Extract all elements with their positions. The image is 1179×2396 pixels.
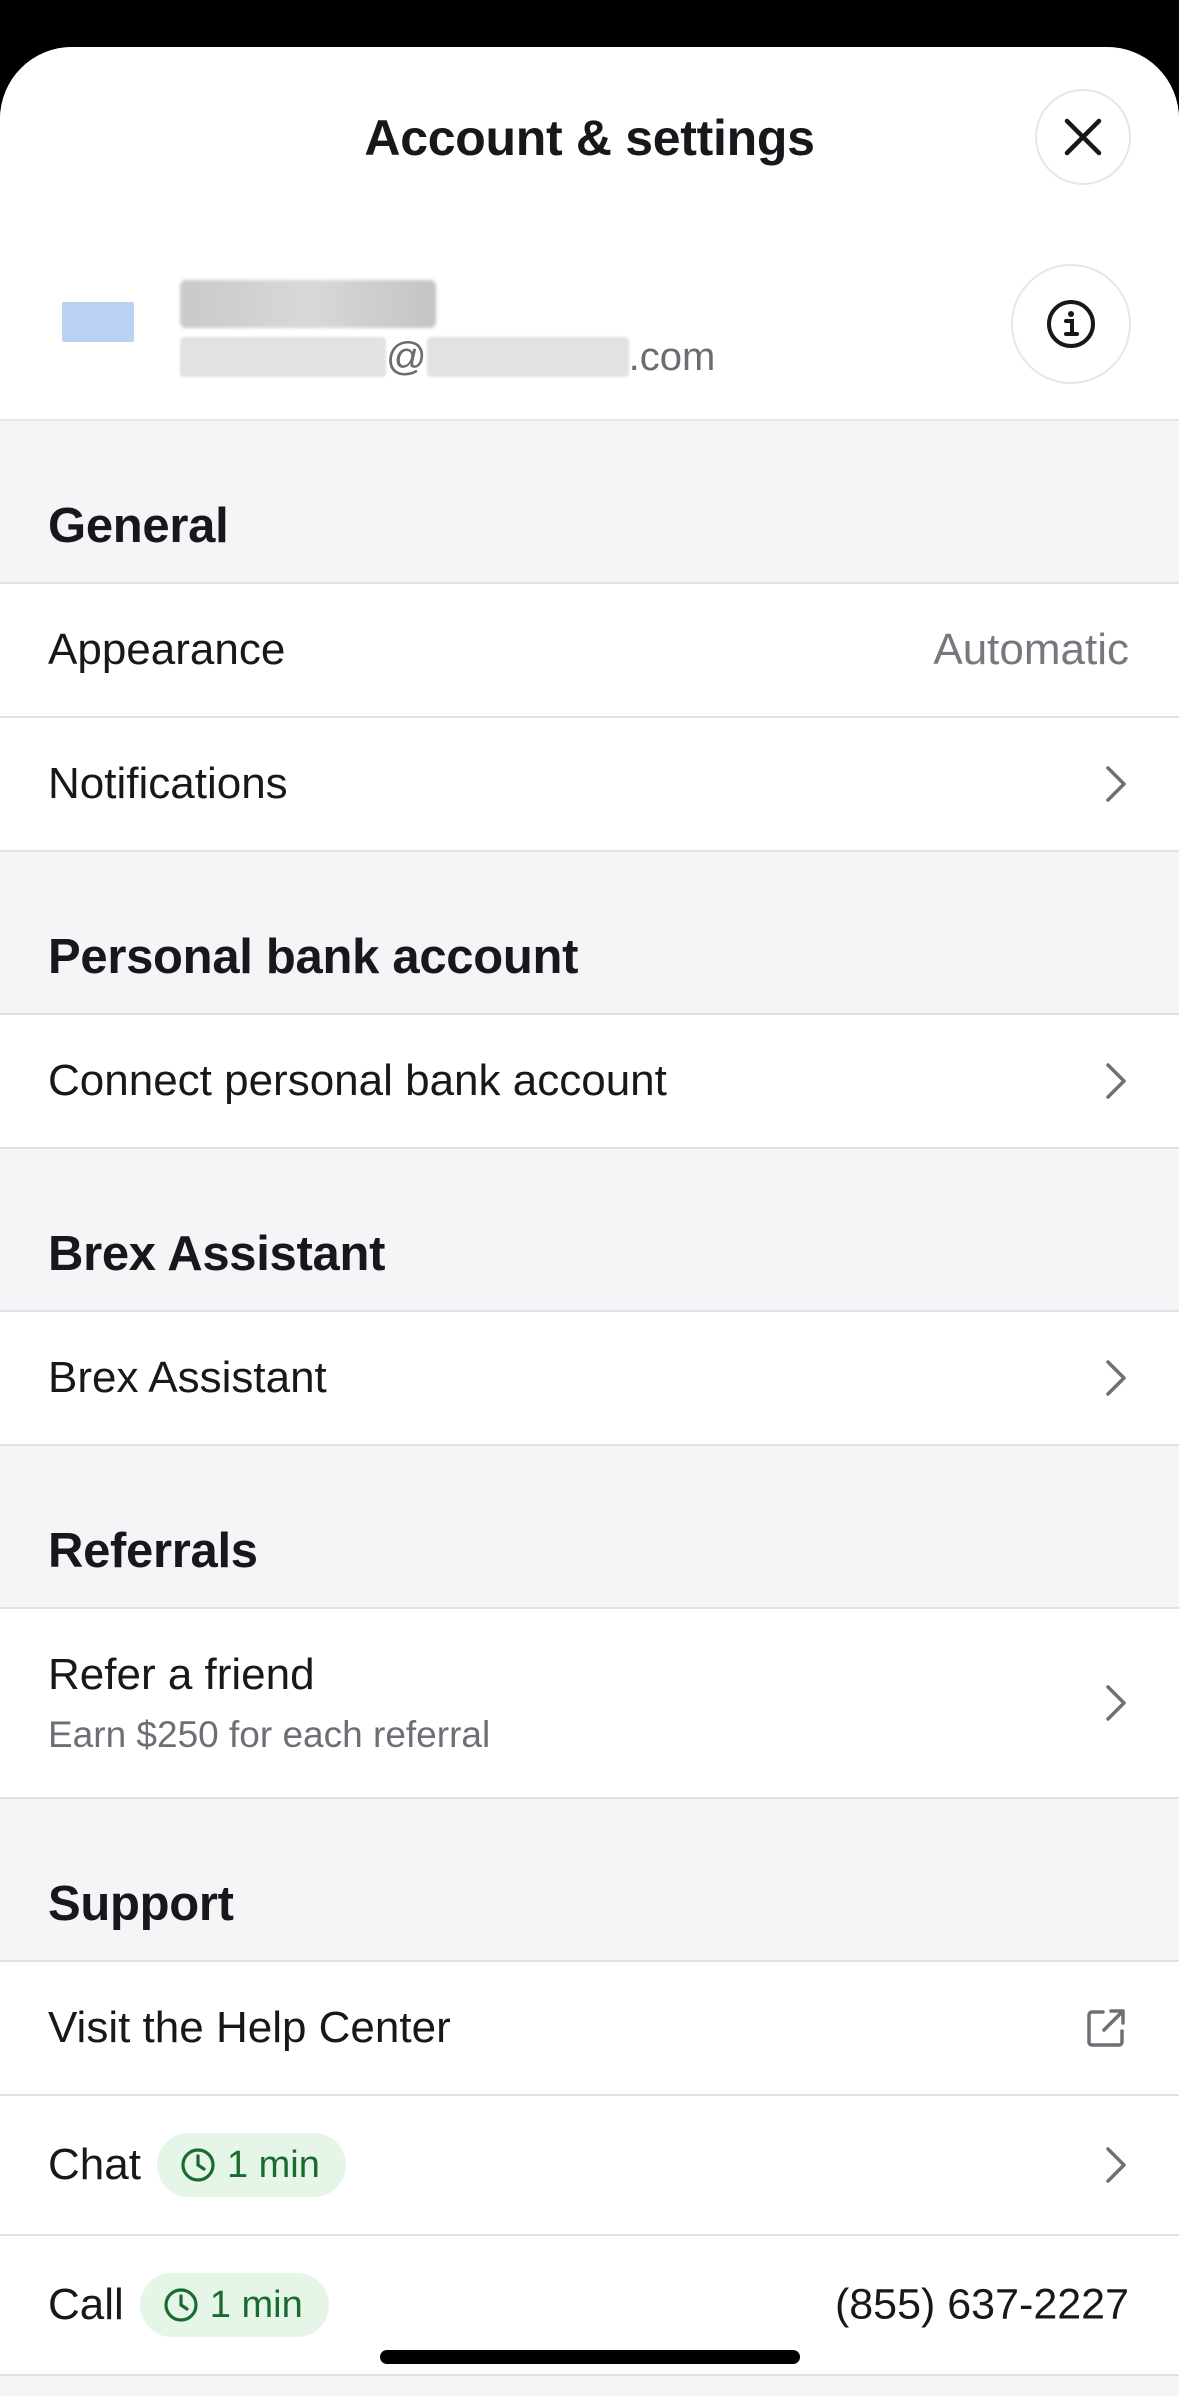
chat-wait-badge: 1 min xyxy=(156,2133,346,2197)
external-link-icon xyxy=(1087,2009,1125,2047)
chevron-right-icon xyxy=(1106,1685,1126,1721)
sheet-header: Account & settings xyxy=(0,47,1179,225)
section-brex-assistant: Brex Assistant xyxy=(0,1149,1179,1312)
settings-sheet: Account & settings @ .com General Appear… xyxy=(0,47,1179,2396)
redacted-email-domain xyxy=(426,337,629,377)
appearance-label: Appearance xyxy=(48,625,286,674)
refer-friend-subtitle: Earn $250 for each referral xyxy=(48,1714,491,1755)
chat-label: Chat xyxy=(48,2140,141,2189)
brex-assistant-row[interactable]: Brex Assistant xyxy=(0,1312,1179,1446)
section-personal-bank-account: Personal bank account xyxy=(0,852,1179,1015)
redacted-email-user xyxy=(180,337,386,377)
connect-bank-label: Connect personal bank account xyxy=(48,1056,667,1105)
chevron-right-icon xyxy=(1106,1360,1126,1396)
chevron-right-icon xyxy=(1106,1063,1126,1099)
clock-icon xyxy=(181,2148,215,2182)
page-title: Account & settings xyxy=(364,110,815,166)
close-button[interactable] xyxy=(1035,89,1131,185)
home-indicator[interactable] xyxy=(380,2350,800,2364)
chevron-right-icon xyxy=(1106,2147,1126,2183)
support-phone-number[interactable]: (855) 637-2227 xyxy=(835,2281,1129,2330)
account-info-button[interactable] xyxy=(1011,264,1131,384)
appearance-row[interactable]: Appearance Automatic xyxy=(0,584,1179,718)
notifications-label: Notifications xyxy=(48,759,288,808)
avatar xyxy=(62,302,134,342)
call-wait-badge: 1 min xyxy=(139,2273,329,2337)
appearance-value: Automatic xyxy=(933,625,1129,674)
refer-friend-row[interactable]: Refer a friend Earn $250 for each referr… xyxy=(0,1609,1179,1799)
info-icon xyxy=(1047,300,1095,348)
section-support: Support xyxy=(0,1799,1179,1962)
redacted-name xyxy=(180,280,436,328)
chevron-right-icon xyxy=(1106,766,1126,802)
connect-bank-row[interactable]: Connect personal bank account xyxy=(0,1015,1179,1149)
email-at: @ xyxy=(386,334,427,379)
section-general: General xyxy=(0,421,1179,584)
chat-wait-time: 1 min xyxy=(226,2143,320,2186)
call-wait-time: 1 min xyxy=(209,2283,303,2326)
clock-icon xyxy=(164,2288,198,2322)
notifications-row[interactable]: Notifications xyxy=(0,718,1179,852)
refer-friend-label: Refer a friend xyxy=(48,1650,315,1699)
chat-row[interactable]: Chat 1 min xyxy=(0,2096,1179,2236)
help-center-label: Visit the Help Center xyxy=(48,2003,451,2052)
section-referrals: Referrals xyxy=(0,1446,1179,1609)
email-domain: .com xyxy=(628,334,716,379)
user-email: @ .com xyxy=(180,333,715,381)
call-label: Call xyxy=(48,2280,124,2329)
close-icon xyxy=(1064,118,1102,156)
help-center-row[interactable]: Visit the Help Center xyxy=(0,1962,1179,2096)
brex-assistant-label: Brex Assistant xyxy=(48,1353,327,1402)
profile-card: @ .com xyxy=(0,225,1179,421)
